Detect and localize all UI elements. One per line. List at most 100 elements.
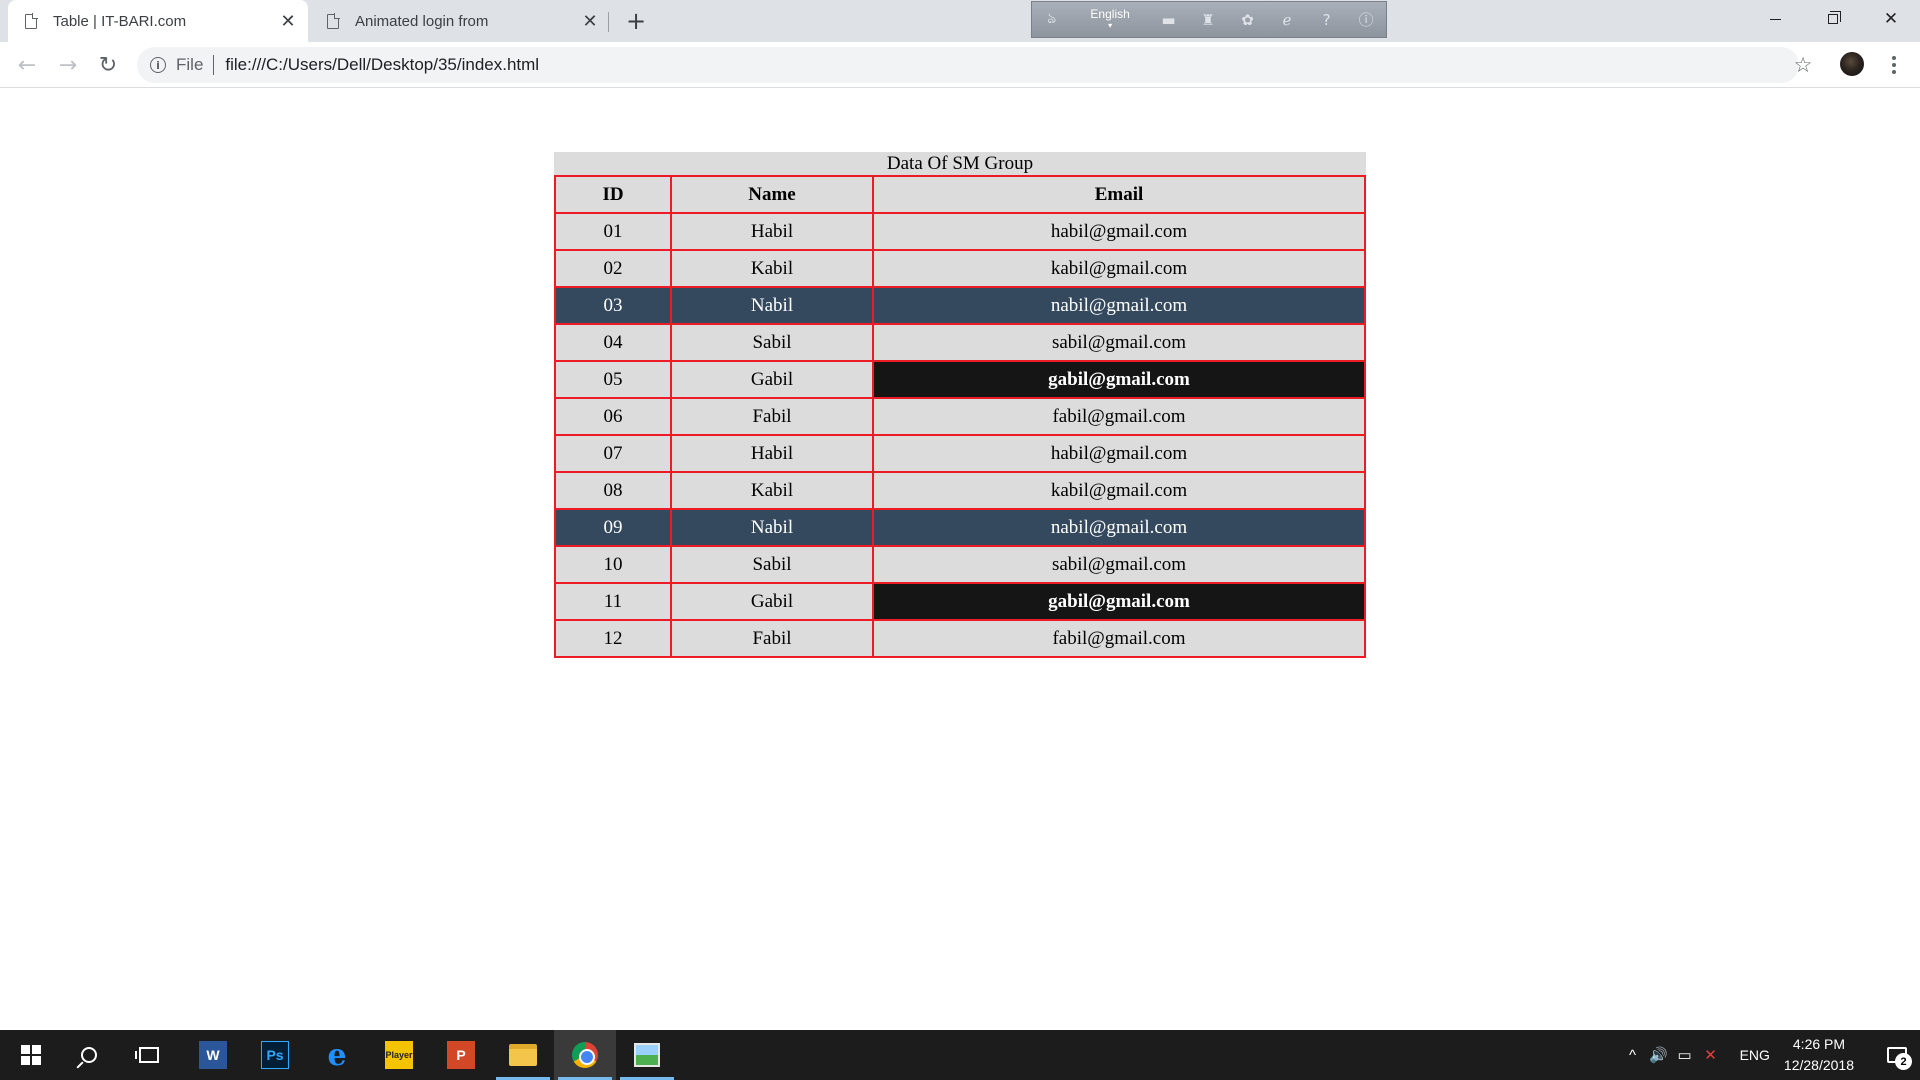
cell-email-highlighted: gabil@gmail.com — [872, 360, 1366, 399]
search-icon — [81, 1047, 97, 1063]
table-caption: Data Of SM Group — [554, 152, 1366, 175]
cell-id: 07 — [554, 434, 672, 473]
taskbar-player[interactable]: Player — [368, 1030, 430, 1080]
restore-button[interactable] — [1804, 0, 1862, 38]
close-tab-icon[interactable]: ✕ — [278, 11, 298, 31]
language-label: English — [1090, 6, 1130, 21]
cell-name: Kabil — [670, 249, 874, 288]
tab-title: Animated login from — [355, 12, 489, 30]
cell-email: sabil@gmail.com — [872, 545, 1366, 584]
table-row: 12 Fabil fabil@gmail.com — [554, 619, 1366, 658]
player-icon: Player — [385, 1041, 413, 1069]
cell-email: sabil@gmail.com — [872, 323, 1366, 362]
table-row: 02 Kabil kabil@gmail.com — [554, 249, 1366, 288]
tab-animated-login[interactable]: Animated login from ✕ — [310, 0, 610, 42]
cell-id: 12 — [554, 619, 672, 658]
address-bar[interactable]: i File file:///C:/Users/Dell/Desktop/35/… — [137, 47, 1799, 83]
action-center-button[interactable]: 2 — [1874, 1030, 1920, 1080]
start-button[interactable] — [0, 1030, 62, 1080]
restore-icon — [1828, 11, 1841, 24]
taskbar-file-explorer[interactable] — [492, 1030, 554, 1080]
chevron-down-icon: ▾ — [1108, 20, 1113, 30]
powerpoint-icon: P — [447, 1041, 475, 1069]
cell-name: Gabil — [670, 360, 874, 399]
show-hidden-icons-chevron[interactable]: ^ — [1620, 1047, 1646, 1064]
cell-name: Nabil — [670, 286, 874, 325]
volume-icon[interactable]: 🔊 — [1646, 1046, 1672, 1064]
settings-gear-icon[interactable]: ✿ — [1228, 1, 1268, 38]
clock[interactable]: 4:26 PM 12/28/2018 — [1784, 1034, 1854, 1076]
data-table: Data Of SM Group ID Name Email 01 Habil … — [554, 152, 1366, 658]
cell-name: Sabil — [670, 323, 874, 362]
taskbar-word[interactable]: W — [182, 1030, 244, 1080]
forward-button[interactable]: → — [52, 49, 84, 81]
dot — [1892, 56, 1896, 60]
cell-email: habil@gmail.com — [872, 212, 1366, 251]
back-button[interactable]: ← — [11, 49, 43, 81]
cell-name: Sabil — [670, 545, 874, 584]
browser-e-icon[interactable]: ℯ — [1267, 1, 1307, 38]
cell-id: 11 — [554, 582, 672, 621]
url-text[interactable]: file:///C:/Users/Dell/Desktop/35/index.h… — [225, 55, 539, 75]
cell-name: Nabil — [670, 508, 874, 547]
profile-avatar[interactable] — [1840, 52, 1864, 76]
clock-date: 12/28/2018 — [1783, 1057, 1854, 1073]
search-button[interactable] — [58, 1030, 120, 1080]
page-content: Data Of SM Group ID Name Email 01 Habil … — [0, 89, 1920, 1030]
cell-name: Fabil — [670, 619, 874, 658]
browser-titlebar: Table | IT-BARI.com ✕ Animated login fro… — [0, 0, 1920, 42]
cell-id: 10 — [554, 545, 672, 584]
image-viewer-icon — [634, 1043, 660, 1067]
taskbar-image-viewer[interactable] — [616, 1030, 678, 1080]
cell-email: kabil@gmail.com — [872, 471, 1366, 510]
chrome-icon — [572, 1042, 598, 1068]
language-bar[interactable]: ঌ English ▾ ▬ ♜ ✿ ℯ ? ⓘ — [1031, 1, 1387, 38]
task-view-button[interactable] — [118, 1030, 180, 1080]
page-icon — [25, 12, 38, 29]
browser-menu-button[interactable] — [1884, 50, 1904, 80]
windows-logo-icon — [21, 1045, 41, 1065]
keyboard-icon[interactable]: ▬ — [1149, 1, 1189, 38]
taskbar-chrome[interactable] — [554, 1030, 616, 1080]
language-selector[interactable]: English ▾ — [1072, 1, 1149, 38]
cell-id: 03 — [554, 286, 672, 325]
browser-toolbar: ← → ↻ i File file:///C:/Users/Dell/Deskt… — [0, 42, 1920, 88]
ime-icon[interactable]: ঌ — [1032, 1, 1072, 38]
battery-icon[interactable]: ▭ — [1672, 1046, 1698, 1064]
cell-id: 08 — [554, 471, 672, 510]
help-icon[interactable]: ? — [1307, 1, 1347, 38]
window-controls: ✕ — [1746, 0, 1920, 38]
cell-name: Habil — [670, 434, 874, 473]
info-icon[interactable]: ⓘ — [1346, 1, 1386, 38]
new-tab-button[interactable]: + — [622, 7, 650, 35]
taskbar-photoshop[interactable]: Ps — [244, 1030, 306, 1080]
cell-name: Fabil — [670, 397, 874, 436]
photoshop-icon: Ps — [261, 1041, 289, 1069]
taskbar-edge[interactable]: e — [306, 1030, 368, 1080]
cell-email: fabil@gmail.com — [872, 397, 1366, 436]
minimize-button[interactable] — [1746, 0, 1804, 38]
cell-email: habil@gmail.com — [872, 434, 1366, 473]
taskbar-powerpoint[interactable]: P — [430, 1030, 492, 1080]
table-header-row: ID Name Email — [554, 175, 1366, 214]
cell-email: nabil@gmail.com — [872, 508, 1366, 547]
cell-id: 09 — [554, 508, 672, 547]
site-info-icon[interactable]: i — [150, 57, 166, 73]
minimize-icon — [1769, 18, 1781, 20]
close-tab-icon[interactable]: ✕ — [580, 11, 600, 31]
tools-icon[interactable]: ♜ — [1188, 1, 1228, 38]
bookmark-star-icon[interactable]: ☆ — [1788, 50, 1818, 80]
cell-email: fabil@gmail.com — [872, 619, 1366, 658]
table-row: 05 Gabil gabil@gmail.com — [554, 360, 1366, 399]
reload-button[interactable]: ↻ — [92, 49, 124, 81]
cell-email: nabil@gmail.com — [872, 286, 1366, 325]
clock-time: 4:26 PM — [1792, 1036, 1846, 1052]
close-window-button[interactable]: ✕ — [1862, 0, 1920, 38]
tab-table-it-bari[interactable]: Table | IT-BARI.com ✕ — [8, 0, 308, 42]
table-row-highlighted: 09 Nabil nabil@gmail.com — [554, 508, 1366, 547]
input-language[interactable]: ENG — [1740, 1047, 1770, 1063]
network-disconnected-icon[interactable]: ✕ — [1698, 1046, 1724, 1064]
edge-icon: e — [327, 1037, 347, 1073]
cell-id: 01 — [554, 212, 672, 251]
table-row: 06 Fabil fabil@gmail.com — [554, 397, 1366, 436]
